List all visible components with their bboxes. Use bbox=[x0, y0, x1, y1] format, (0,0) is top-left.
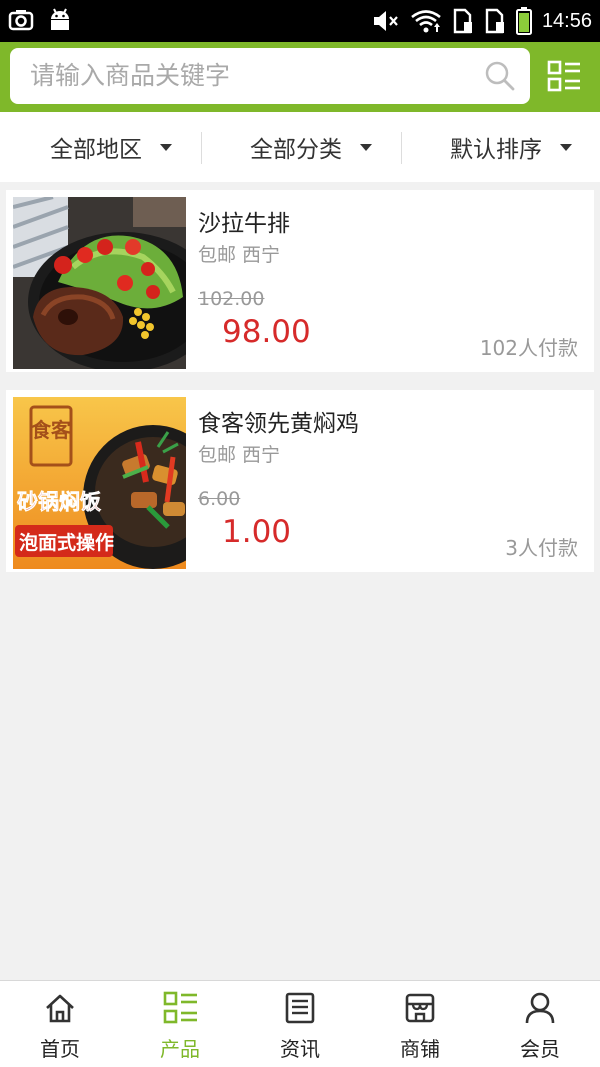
nav-home-label: 首页 bbox=[40, 1037, 80, 1061]
nav-products[interactable]: 产品 bbox=[120, 981, 240, 1067]
header-bar: 请输入商品关键字 bbox=[0, 42, 600, 112]
image-logo: 食客 bbox=[31, 418, 72, 442]
sim1-icon bbox=[453, 8, 472, 34]
status-bar: 14:56 bbox=[0, 0, 600, 42]
filter-bar: 全部地区 全部分类 默认排序 bbox=[0, 112, 600, 182]
filter-sort-label: 默认排序 bbox=[450, 137, 542, 163]
divider bbox=[201, 132, 202, 164]
filter-region[interactable]: 全部地区 bbox=[50, 112, 172, 182]
filter-category-label: 全部分类 bbox=[250, 137, 342, 163]
mute-icon bbox=[373, 11, 398, 31]
category-menu-icon[interactable] bbox=[546, 58, 582, 94]
product-card[interactable]: 沙拉牛排 包邮 西宁 102.00 98.00 102人付款 bbox=[6, 190, 594, 372]
shop-icon bbox=[405, 993, 435, 1023]
search-placeholder: 请输入商品关键字 bbox=[30, 61, 231, 90]
sim2-icon bbox=[485, 8, 504, 34]
paid-count: 102人付款 bbox=[479, 336, 578, 360]
product-image: 食客 砂锅焖饭 泡面式操作 bbox=[13, 397, 186, 569]
list-icon bbox=[163, 991, 197, 1024]
product-location: 包邮 西宁 bbox=[198, 244, 281, 266]
product-location: 包邮 西宁 bbox=[198, 444, 281, 466]
filter-sort[interactable]: 默认排序 bbox=[450, 112, 572, 182]
nav-member-label: 会员 bbox=[520, 1037, 560, 1061]
image-text: 砂锅焖饭 bbox=[17, 490, 101, 514]
nav-news[interactable]: 资讯 bbox=[240, 981, 360, 1067]
nav-home[interactable]: 首页 bbox=[0, 981, 120, 1067]
current-price: 98.00 bbox=[222, 314, 311, 350]
android-icon bbox=[51, 8, 69, 30]
product-card[interactable]: 食客 砂锅焖饭 泡面式操作 食客领先黄焖鸡 包邮 西宁 6.00 1.00 3人… bbox=[6, 390, 594, 572]
filter-region-label: 全部地区 bbox=[50, 137, 142, 163]
search-input[interactable]: 请输入商品关键字 bbox=[10, 48, 530, 104]
image-text: 泡面式操作 bbox=[19, 531, 114, 554]
original-price: 102.00 bbox=[198, 288, 265, 310]
filter-category[interactable]: 全部分类 bbox=[250, 112, 372, 182]
paid-count: 3人付款 bbox=[505, 536, 578, 560]
current-price: 1.00 bbox=[222, 514, 292, 550]
divider bbox=[401, 132, 402, 164]
caret-down-icon bbox=[560, 143, 572, 151]
user-icon bbox=[525, 992, 555, 1024]
original-price: 6.00 bbox=[198, 488, 241, 510]
nav-member[interactable]: 会员 bbox=[480, 981, 600, 1067]
bottom-nav: 首页 产品 资讯 商铺 会员 bbox=[0, 980, 600, 1067]
wifi-icon bbox=[411, 10, 441, 33]
nav-shops-label: 商铺 bbox=[400, 1037, 440, 1061]
search-icon[interactable] bbox=[484, 60, 516, 92]
nav-products-label: 产品 bbox=[160, 1037, 200, 1061]
home-icon bbox=[46, 994, 74, 1023]
nav-shops[interactable]: 商铺 bbox=[360, 981, 480, 1067]
clock: 14:56 bbox=[541, 10, 592, 32]
battery-icon bbox=[515, 7, 532, 35]
product-title: 食客领先黄焖鸡 bbox=[198, 411, 359, 437]
product-title: 沙拉牛排 bbox=[198, 211, 290, 237]
news-icon bbox=[285, 992, 315, 1024]
caret-down-icon bbox=[160, 143, 172, 151]
screenshot-icon bbox=[8, 10, 34, 31]
caret-down-icon bbox=[360, 143, 372, 151]
nav-news-label: 资讯 bbox=[280, 1037, 320, 1061]
product-image bbox=[13, 197, 186, 369]
